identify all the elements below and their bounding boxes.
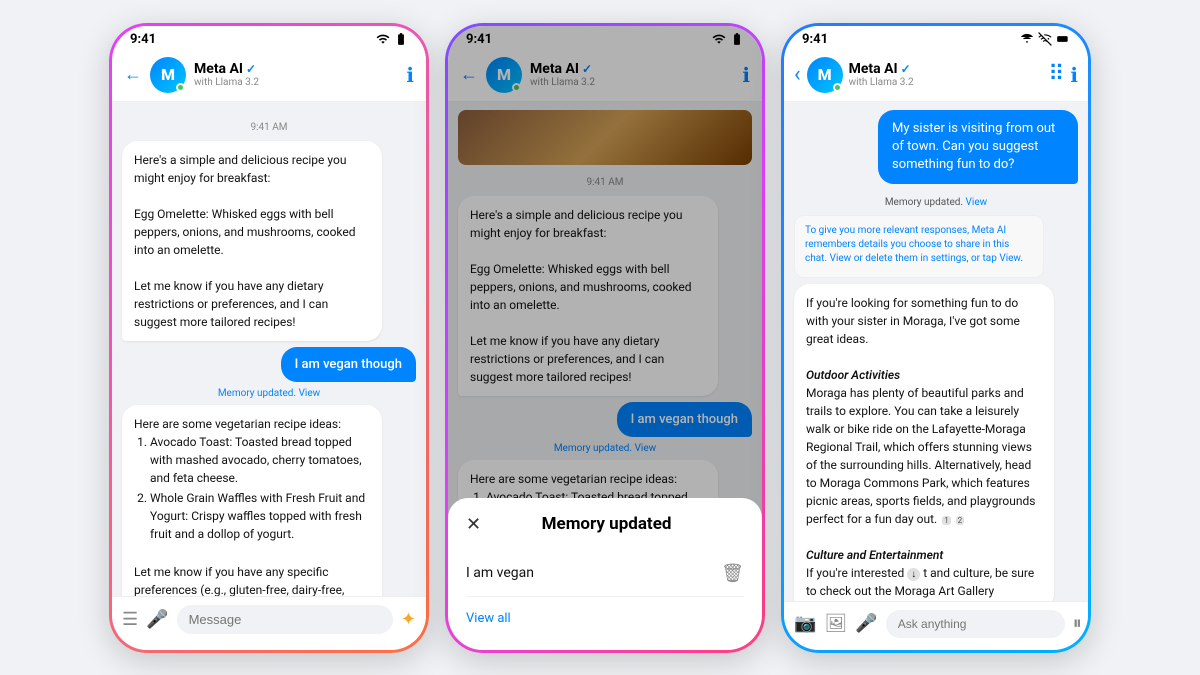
recipe-item-1: Avocado Toast: Toasted bread topped with… bbox=[150, 433, 370, 487]
ref-2: 2 bbox=[956, 516, 965, 525]
phone-1: 9:41 ← M Meta AI ✓ with Llama 3.2 ℹ bbox=[109, 23, 429, 653]
online-indicator-3 bbox=[833, 83, 842, 92]
input-bar-3: 📷 🖼 🎤 ⏸ bbox=[784, 601, 1088, 646]
status-bar-3: 9:41 bbox=[784, 26, 1088, 51]
memory-popup-3: To give you more relevant responses, Met… bbox=[794, 215, 1044, 278]
online-indicator-1 bbox=[176, 83, 185, 92]
modal-header: ✕ Memory updated bbox=[466, 514, 744, 535]
user-bubble-3: My sister is visiting from out of town. … bbox=[878, 110, 1078, 185]
timestamp-1: 9:41 AM bbox=[122, 122, 416, 133]
status-icons-3 bbox=[1020, 32, 1070, 46]
modal-overlay: ✕ Memory updated I am vegan 🗑 View all bbox=[448, 26, 762, 650]
header-sub-1: with Llama 3.2 bbox=[194, 77, 398, 88]
ask-input-3[interactable] bbox=[886, 610, 1065, 638]
info-button-1[interactable]: ℹ bbox=[406, 63, 414, 87]
header-info-3: Meta AI ✓ with Llama 3.2 bbox=[849, 61, 1043, 88]
section-title-culture: Culture and Entertainment bbox=[806, 548, 943, 562]
verified-badge-1: ✓ bbox=[246, 62, 256, 76]
ai-bubble-2: Here are some vegetarian recipe ideas: A… bbox=[122, 405, 382, 596]
mic-icon-1[interactable]: 🎤 bbox=[146, 609, 168, 630]
sparkle-icon-1[interactable]: ✦ bbox=[401, 609, 416, 630]
phone-2: 9:41 ← M Meta AI ✓ with Llama 3.2 ℹ bbox=[445, 23, 765, 653]
status-time-3: 9:41 bbox=[802, 32, 828, 47]
chat-body-3: My sister is visiting from out of town. … bbox=[784, 102, 1088, 601]
avatar-3: M bbox=[807, 57, 843, 93]
camera-icon-3[interactable]: 📷 bbox=[794, 613, 816, 634]
popup-view-link[interactable]: View bbox=[830, 253, 852, 264]
input-bar-1: ☰ 🎤 ✦ bbox=[112, 596, 426, 642]
ref-1: 1 bbox=[942, 516, 951, 525]
image-icon-3[interactable]: 🖼 bbox=[824, 613, 847, 634]
memory-item-text: I am vegan bbox=[466, 565, 534, 581]
status-bar-1: 9:41 bbox=[112, 26, 426, 51]
recipe-item-2: Whole Grain Waffles with Fresh Fruit and… bbox=[150, 489, 370, 543]
modal-title: Memory updated bbox=[493, 514, 720, 534]
grid-button-3[interactable]: ⠿ bbox=[1048, 62, 1064, 87]
header-name-3: Meta AI bbox=[849, 61, 898, 77]
ai-bubble-1: Here's a simple and delicious recipe you… bbox=[122, 141, 382, 341]
back-button-1[interactable]: ← bbox=[124, 64, 142, 85]
memory-notice-inline-3: Memory updated. View bbox=[794, 190, 1078, 209]
memory-view-3[interactable]: View bbox=[966, 197, 988, 208]
delete-memory-icon[interactable]: 🗑 bbox=[721, 563, 744, 584]
memory-modal: ✕ Memory updated I am vegan 🗑 View all bbox=[448, 498, 762, 650]
chat-header-3: ‹ M Meta AI ✓ with Llama 3.2 ⠿ ℹ bbox=[784, 51, 1088, 102]
download-icon-3: ↓ bbox=[907, 568, 920, 581]
header-name-1: Meta AI bbox=[194, 61, 243, 77]
info-button-3[interactable]: ℹ bbox=[1070, 63, 1078, 87]
mic-icon-3[interactable]: 🎤 bbox=[855, 613, 877, 634]
memory-notice-1: Memory updated. View bbox=[122, 388, 416, 399]
chat-body-1: 9:41 AM Here's a simple and delicious re… bbox=[112, 102, 426, 596]
avatar-1: M bbox=[150, 57, 186, 93]
memory-item: I am vegan 🗑 bbox=[466, 551, 744, 597]
ai-response-3: If you're looking for something fun to d… bbox=[794, 284, 1054, 600]
back-button-3[interactable]: ‹ bbox=[794, 62, 801, 87]
menu-icon-1[interactable]: ☰ bbox=[122, 609, 138, 630]
header-info-1: Meta AI ✓ with Llama 3.2 bbox=[194, 61, 398, 88]
section-title-outdoor: Outdoor Activities bbox=[806, 368, 900, 382]
view-all-link[interactable]: View all bbox=[466, 611, 744, 626]
modal-close-button[interactable]: ✕ bbox=[466, 514, 481, 535]
bars-icon-3[interactable]: ⏸ bbox=[1073, 613, 1082, 634]
phone-3: 9:41 ‹ M Meta AI ✓ with Llama 3.2 ⠿ bbox=[781, 23, 1091, 653]
status-time-1: 9:41 bbox=[130, 32, 156, 47]
status-icons-1 bbox=[376, 32, 408, 46]
header-sub-3: with Llama 3.2 bbox=[849, 77, 1043, 88]
verified-badge-3: ✓ bbox=[901, 62, 911, 76]
chat-header-1: ← M Meta AI ✓ with Llama 3.2 ℹ bbox=[112, 51, 426, 102]
message-input-1[interactable] bbox=[177, 605, 393, 634]
user-bubble-1: I am vegan though bbox=[281, 347, 416, 382]
